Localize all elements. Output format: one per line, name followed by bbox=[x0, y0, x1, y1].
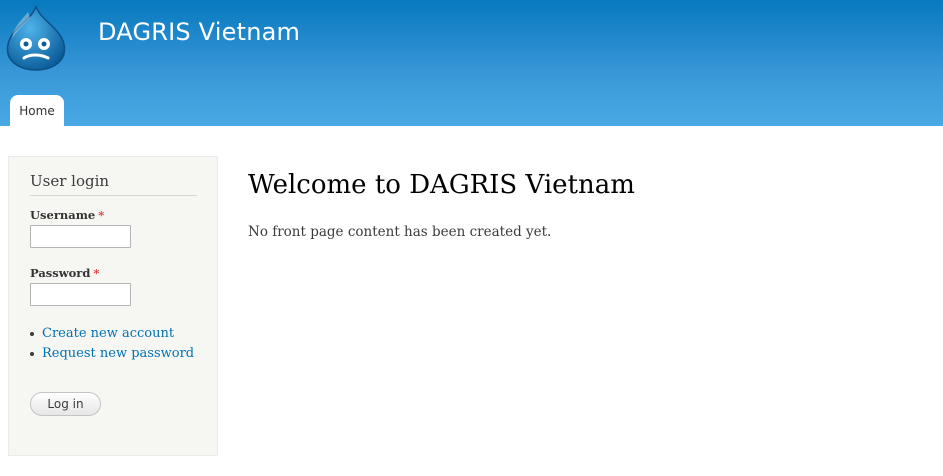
block-title: User login bbox=[30, 172, 110, 190]
username-input[interactable] bbox=[30, 225, 131, 248]
site-name[interactable]: DAGRIS Vietnam bbox=[98, 18, 300, 46]
log-in-button[interactable]: Log in bbox=[30, 392, 101, 416]
password-label: Password * bbox=[30, 266, 99, 280]
login-links-list: Create new account Request new password bbox=[30, 325, 194, 365]
block-title-divider bbox=[30, 195, 197, 196]
page-title: Welcome to DAGRIS Vietnam bbox=[248, 170, 635, 200]
list-item: Request new password bbox=[30, 345, 194, 365]
site-header: DAGRIS Vietnam Home bbox=[0, 0, 943, 126]
request-new-password-link[interactable]: Request new password bbox=[42, 346, 194, 361]
front-page-message: No front page content has been created y… bbox=[248, 224, 552, 240]
create-new-account-link[interactable]: Create new account bbox=[42, 326, 174, 341]
username-label-text: Username bbox=[30, 208, 96, 222]
tab-home[interactable]: Home bbox=[10, 95, 64, 126]
password-input[interactable] bbox=[30, 283, 131, 306]
username-label: Username * bbox=[30, 208, 104, 222]
required-marker: * bbox=[98, 208, 105, 222]
list-item: Create new account bbox=[30, 325, 194, 345]
password-label-text: Password bbox=[30, 266, 91, 280]
required-marker: * bbox=[93, 266, 100, 280]
sidebar-login-block: User login Username * Password * Create ne… bbox=[8, 156, 218, 456]
drupal-logo-icon[interactable] bbox=[4, 4, 68, 72]
